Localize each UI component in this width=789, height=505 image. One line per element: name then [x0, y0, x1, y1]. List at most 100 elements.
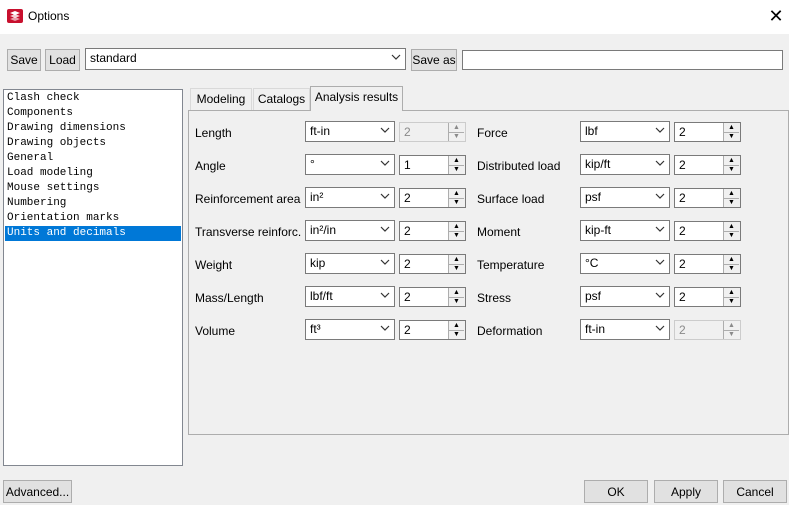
moment-decimals-spinner[interactable]: 2 ▲ ▼ — [674, 221, 741, 241]
decimals-value: 2 — [404, 125, 411, 139]
close-icon[interactable]: ✕ — [764, 4, 788, 28]
reinforcement-area-decimals-spinner[interactable]: 2 ▲ ▼ — [399, 188, 466, 208]
temperature-unit-dropdown[interactable]: °C — [580, 253, 670, 274]
spin-down-icon[interactable]: ▼ — [449, 132, 464, 141]
window-title: Options — [28, 9, 70, 23]
length-unit-dropdown[interactable]: ft-in — [305, 121, 395, 142]
list-item-load-modeling[interactable]: Load modeling — [5, 166, 181, 181]
force-decimals-spinner[interactable]: 2 ▲ ▼ — [674, 122, 741, 142]
save-as-button[interactable]: Save as — [411, 49, 457, 71]
unit-value: ft-in — [310, 124, 331, 138]
decimals-value: 2 — [679, 323, 686, 337]
list-item-numbering[interactable]: Numbering — [5, 196, 181, 211]
spin-down-icon[interactable]: ▼ — [449, 297, 464, 306]
chevron-down-icon — [655, 226, 665, 232]
spin-down-icon[interactable]: ▼ — [724, 264, 739, 273]
tab-catalogs[interactable]: Catalogs — [253, 88, 310, 110]
chevron-down-icon — [380, 127, 390, 133]
spin-down-icon[interactable]: ▼ — [449, 165, 464, 174]
force-unit-dropdown[interactable]: lbf — [580, 121, 670, 142]
list-item-orientation-marks[interactable]: Orientation marks — [5, 211, 181, 226]
deformation-decimals-spinner: 2 ▲ ▼ — [674, 320, 741, 340]
angle-decimals-spinner[interactable]: 1 ▲ ▼ — [399, 155, 466, 175]
list-item-drawing-dimensions[interactable]: Drawing dimensions — [5, 121, 181, 136]
load-button[interactable]: Load — [45, 49, 80, 71]
deformation-unit-dropdown[interactable]: ft-in — [580, 319, 670, 340]
spin-down-icon[interactable]: ▼ — [724, 231, 739, 240]
list-item-units-and-decimals[interactable]: Units and decimals — [5, 226, 181, 241]
preset-dropdown[interactable]: standard — [85, 48, 406, 70]
distributed-load-unit-dropdown[interactable]: kip/ft — [580, 154, 670, 175]
weight-unit-dropdown[interactable]: kip — [305, 253, 395, 274]
mass-length-decimals-spinner[interactable]: 2 ▲ ▼ — [399, 287, 466, 307]
volume-decimals-spinner[interactable]: 2 ▲ ▼ — [399, 320, 466, 340]
apply-button[interactable]: Apply — [654, 480, 718, 503]
spin-down-icon[interactable]: ▼ — [449, 330, 464, 339]
advanced-button[interactable]: Advanced... — [3, 480, 72, 503]
stress-decimals-spinner[interactable]: 2 ▲ ▼ — [674, 287, 741, 307]
volume-unit-dropdown[interactable]: ft³ — [305, 319, 395, 340]
save-button[interactable]: Save — [7, 49, 41, 71]
spin-down-icon[interactable]: ▼ — [724, 297, 739, 306]
spin-down-icon[interactable]: ▼ — [449, 231, 464, 240]
decimals-value: 2 — [404, 191, 411, 205]
unit-value: in² — [310, 190, 324, 204]
spin-down-icon[interactable]: ▼ — [449, 264, 464, 273]
chevron-down-icon — [380, 226, 390, 232]
chevron-down-icon — [380, 193, 390, 199]
chevron-down-icon — [655, 259, 665, 265]
decimals-value: 2 — [679, 158, 686, 172]
weight-label: Weight — [195, 258, 233, 272]
force-label: Force — [477, 126, 508, 140]
temperature-decimals-spinner[interactable]: 2 ▲ ▼ — [674, 254, 741, 274]
transverse-reinforc-decimals-spinner[interactable]: 2 ▲ ▼ — [399, 221, 466, 241]
spin-buttons: ▲ ▼ — [723, 222, 740, 240]
spin-buttons: ▲ ▼ — [448, 321, 465, 339]
tab-modeling[interactable]: Modeling — [190, 88, 252, 110]
reinforcement-area-unit-dropdown[interactable]: in² — [305, 187, 395, 208]
unit-value: ft-in — [585, 322, 606, 336]
surface-load-unit-dropdown[interactable]: psf — [580, 187, 670, 208]
list-item-drawing-objects[interactable]: Drawing objects — [5, 136, 181, 151]
cancel-button[interactable]: Cancel — [723, 480, 787, 503]
volume-label: Volume — [195, 324, 236, 338]
list-item-clash-check[interactable]: Clash check — [5, 91, 181, 106]
spin-down-icon[interactable]: ▼ — [724, 165, 739, 174]
list-item-mouse-settings[interactable]: Mouse settings — [5, 181, 181, 196]
chevron-down-icon — [655, 292, 665, 298]
unit-value: kip — [310, 256, 326, 270]
mass-length-unit-dropdown[interactable]: lbf/ft — [305, 286, 395, 307]
list-item-components[interactable]: Components — [5, 106, 181, 121]
unit-value: lbf/ft — [310, 289, 333, 303]
moment-unit-dropdown[interactable]: kip-ft — [580, 220, 670, 241]
unit-value: in²/in — [310, 223, 337, 237]
save-as-name-input[interactable] — [462, 50, 783, 70]
distributed-load-decimals-spinner[interactable]: 2 ▲ ▼ — [674, 155, 741, 175]
spin-down-icon[interactable]: ▼ — [724, 330, 739, 339]
spin-buttons: ▲ ▼ — [448, 123, 465, 141]
weight-decimals-spinner[interactable]: 2 ▲ ▼ — [399, 254, 466, 274]
surface-load-decimals-spinner[interactable]: 2 ▲ ▼ — [674, 188, 741, 208]
angle-unit-dropdown[interactable]: ° — [305, 154, 395, 175]
list-item-general[interactable]: General — [5, 151, 181, 166]
spin-down-icon[interactable]: ▼ — [449, 198, 464, 207]
spin-down-icon[interactable]: ▼ — [724, 132, 739, 141]
tab-analysis-results[interactable]: Analysis results — [310, 86, 403, 111]
spin-buttons: ▲ ▼ — [723, 189, 740, 207]
transverse-reinforc-unit-dropdown[interactable]: in²/in — [305, 220, 395, 241]
decimals-value: 2 — [679, 224, 686, 238]
stress-unit-dropdown[interactable]: psf — [580, 286, 670, 307]
reinforcement-area-label: Reinforcement area — [195, 192, 301, 206]
spin-buttons: ▲ ▼ — [723, 123, 740, 141]
spin-buttons: ▲ ▼ — [448, 156, 465, 174]
decimals-value: 2 — [679, 191, 686, 205]
ok-button[interactable]: OK — [584, 480, 648, 503]
spin-buttons: ▲ ▼ — [448, 255, 465, 273]
spin-buttons: ▲ ▼ — [448, 189, 465, 207]
preset-value: standard — [90, 51, 137, 65]
spin-down-icon[interactable]: ▼ — [724, 198, 739, 207]
length-decimals-spinner: 2 ▲ ▼ — [399, 122, 466, 142]
surface-load-label: Surface load — [477, 192, 545, 206]
options-category-list[interactable]: Clash check Components Drawing dimension… — [3, 89, 183, 466]
unit-value: °C — [585, 256, 599, 270]
